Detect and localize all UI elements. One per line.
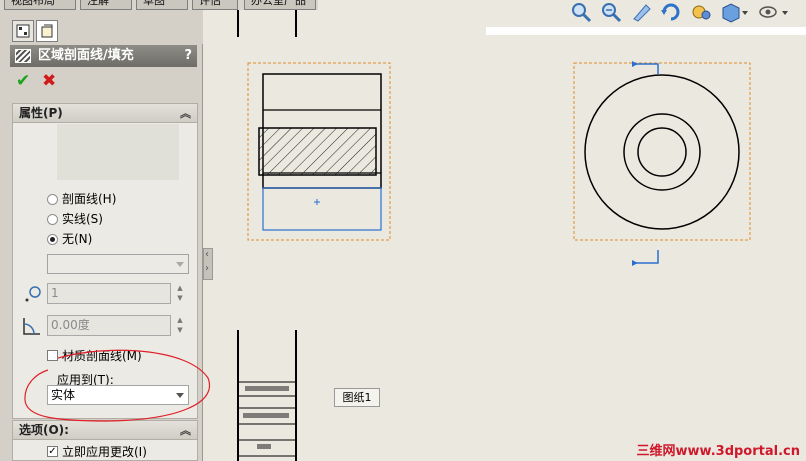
front-view[interactable] <box>570 58 754 268</box>
pan-icon[interactable] <box>630 1 652 23</box>
zoom-to-fit-icon[interactable] <box>570 1 592 23</box>
apply-immediately-checkbox[interactable]: ✓ 立即应用更改(I) <box>47 443 147 459</box>
sheet-tab[interactable]: 图纸1 <box>334 388 380 407</box>
panel-title: 区域剖面线/填充 <box>38 48 134 63</box>
panel-title-bar: 区域剖面线/填充 ? <box>10 45 197 67</box>
tab-office-products[interactable]: 办公室产品 <box>244 0 316 10</box>
property-manager-tab[interactable] <box>36 20 58 42</box>
panel-collapse-grip[interactable] <box>203 248 213 280</box>
hatch-pattern-select[interactable] <box>47 254 189 274</box>
properties-header-label: 属性(P) <box>19 106 63 120</box>
chevron-down-icon <box>176 262 184 267</box>
help-button[interactable]: ? <box>184 45 192 67</box>
scale-icon <box>25 286 41 302</box>
hide-show-icon[interactable] <box>758 1 792 23</box>
area-hatch-icon <box>15 49 31 63</box>
collapse-icon[interactable]: ︽ <box>180 104 191 123</box>
tab-sketch[interactable]: 草图 <box>136 0 188 10</box>
highlight-annotation <box>24 349 211 422</box>
section-view[interactable] <box>246 60 396 245</box>
cancel-button[interactable]: ✖ <box>42 72 56 90</box>
apply-immediately-box[interactable]: ✓ <box>47 445 58 457</box>
tab-view-layout[interactable]: 视图布局 <box>4 0 76 10</box>
view-settings-icon[interactable] <box>690 1 712 23</box>
feature-manager-tab[interactable] <box>12 20 34 42</box>
ok-button[interactable]: ✔ <box>16 72 30 90</box>
rotate-icon[interactable] <box>660 1 682 23</box>
zoom-area-icon[interactable] <box>600 1 622 23</box>
tab-annotation[interactable]: 注解 <box>80 0 132 10</box>
radio-none-dot[interactable] <box>47 233 58 245</box>
hatch-scale-input[interactable]: 1 <box>47 283 171 304</box>
radio-none[interactable]: 无(N) <box>47 231 92 247</box>
sheet-edge <box>486 27 806 35</box>
radio-solid-dot[interactable] <box>47 213 58 225</box>
tab-evaluate[interactable]: 评估 <box>192 0 238 10</box>
hatch-angle-input[interactable]: 0.00度 <box>47 315 171 336</box>
view-toolbar <box>570 0 792 24</box>
apply-immediately-label: 立即应用更改(I) <box>62 444 147 459</box>
scale-spinner[interactable]: ▲ ▼ <box>175 283 185 304</box>
watermark: 三维网www.3dportal.cn <box>636 444 800 459</box>
radio-none-label: 无(N) <box>62 232 93 246</box>
tree-icon <box>16 24 30 38</box>
radio-solid[interactable]: 实线(S) <box>47 211 103 227</box>
command-tab-strip: 视图布局 注解 草图 评估 办公室产品 <box>0 0 318 10</box>
panel-tab-bar <box>0 10 203 44</box>
pattern-preview <box>57 124 179 180</box>
radio-solid-label: 实线(S) <box>62 212 103 226</box>
properties-icon <box>41 24 53 38</box>
radio-hatch-dot[interactable] <box>47 193 58 205</box>
angle-icon <box>23 318 40 335</box>
properties-group-header[interactable]: 属性(P) ︽ <box>13 104 197 123</box>
title-block-fragment <box>237 381 295 457</box>
x-icon: ✖ <box>42 71 57 91</box>
radio-hatch[interactable]: 剖面线(H) <box>47 191 116 207</box>
selected-region[interactable] <box>262 187 382 231</box>
radio-hatch-label: 剖面线(H) <box>62 192 117 206</box>
display-style-icon[interactable] <box>720 1 750 23</box>
hatched-region[interactable] <box>258 127 377 176</box>
angle-spinner[interactable]: ▲ ▼ <box>175 315 185 336</box>
check-icon: ✔ <box>16 71 31 91</box>
